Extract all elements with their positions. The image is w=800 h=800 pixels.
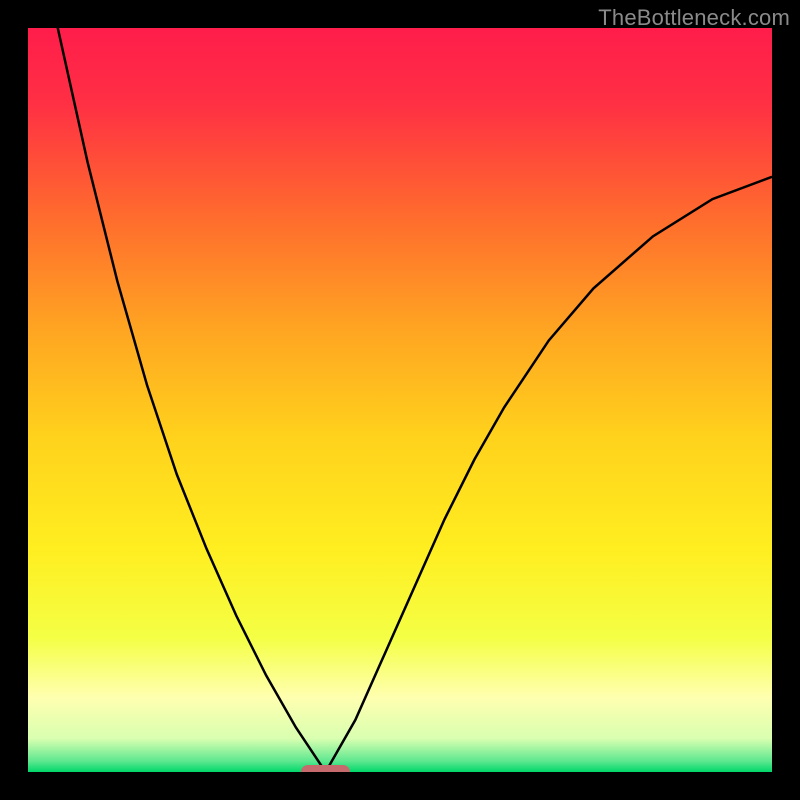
bottleneck-curve bbox=[28, 28, 772, 772]
optimal-marker bbox=[301, 765, 349, 772]
chart-frame: TheBottleneck.com bbox=[0, 0, 800, 800]
plot-area bbox=[28, 28, 772, 772]
watermark-text: TheBottleneck.com bbox=[598, 5, 790, 31]
